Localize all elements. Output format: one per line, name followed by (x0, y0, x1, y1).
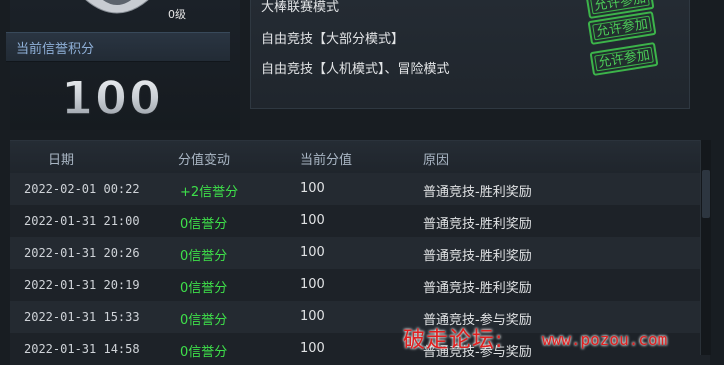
row-change: +2信誉分 (180, 185, 239, 200)
modes-panel: 大棒联赛模式 自由竞技【大部分模式】 自由竞技【人机模式】、冒险模式 允许参加 … (250, 0, 690, 109)
credit-score: 100 (60, 74, 164, 118)
mode-status-stamp: 允许参加 (589, 41, 659, 77)
header-score: 当前分值 (300, 153, 353, 168)
table-row: 2022-01-31 20:19 0信誉分 100 普通竞技-胜利奖励 (10, 269, 710, 301)
row-score: 100 (300, 213, 325, 228)
table-header: 日期 分值变动 当前分值 原因 (10, 141, 710, 174)
row-score: 100 (300, 181, 325, 196)
mode-name: 自由竞技【人机模式】、冒险模式 (261, 62, 450, 77)
row-date: 2022-01-31 20:26 (24, 246, 140, 260)
watermark-text: 破走论坛: (403, 328, 504, 353)
table-row: 2022-02-01 00:22 +2信誉分 100 普通竞技-胜利奖励 (10, 173, 710, 205)
header-reason: 原因 (423, 153, 450, 168)
row-date: 2022-01-31 21:00 (24, 214, 140, 228)
header-change: 分值变动 (178, 153, 231, 168)
credit-history-table: 日期 分值变动 当前分值 原因 2022-02-01 00:22 +2信誉分 1… (10, 140, 710, 365)
table-scrollbar[interactable] (700, 140, 711, 355)
row-date: 2022-01-31 15:33 (24, 310, 140, 324)
watermark-url: www.pozou.com (542, 330, 668, 349)
row-reason: 普通竞技-胜利奖励 (423, 281, 532, 296)
row-change: 0信誉分 (180, 345, 228, 360)
row-score: 100 (300, 309, 325, 324)
table-row: 2022-01-31 15:33 0信誉分 100 普通竞技-参与奖励 (10, 301, 710, 333)
scrollbar-thumb[interactable] (702, 170, 710, 218)
mode-name: 大棒联赛模式 (261, 0, 340, 15)
row-date: 2022-02-01 00:22 (24, 182, 140, 196)
level-text: 0级 (168, 8, 186, 21)
row-reason: 普通竞技-胜利奖励 (423, 249, 532, 264)
credit-score-value: 100 (61, 74, 163, 118)
row-reason: 普通竞技-胜利奖励 (423, 185, 532, 200)
row-change: 0信誉分 (180, 313, 228, 328)
row-reason: 普通竞技-胜利奖励 (423, 217, 532, 232)
header-date: 日期 (48, 153, 75, 168)
credit-label: 当前信誉积分 (16, 42, 95, 57)
row-date: 2022-01-31 14:58 (24, 342, 140, 356)
row-date: 2022-01-31 20:19 (24, 278, 140, 292)
row-change: 0信誉分 (180, 249, 228, 264)
table-row: 2022-01-31 21:00 0信誉分 100 普通竞技-胜利奖励 (10, 205, 710, 237)
row-score: 100 (300, 277, 325, 292)
row-score: 100 (300, 245, 325, 260)
row-change: 0信誉分 (180, 217, 228, 232)
table-row: 2022-01-31 20:26 0信誉分 100 普通竞技-胜利奖励 (10, 237, 710, 269)
row-score: 100 (300, 341, 325, 356)
rank-shield-icon (78, 0, 156, 20)
mode-name: 自由竞技【大部分模式】 (261, 32, 405, 47)
row-change: 0信誉分 (180, 281, 228, 296)
